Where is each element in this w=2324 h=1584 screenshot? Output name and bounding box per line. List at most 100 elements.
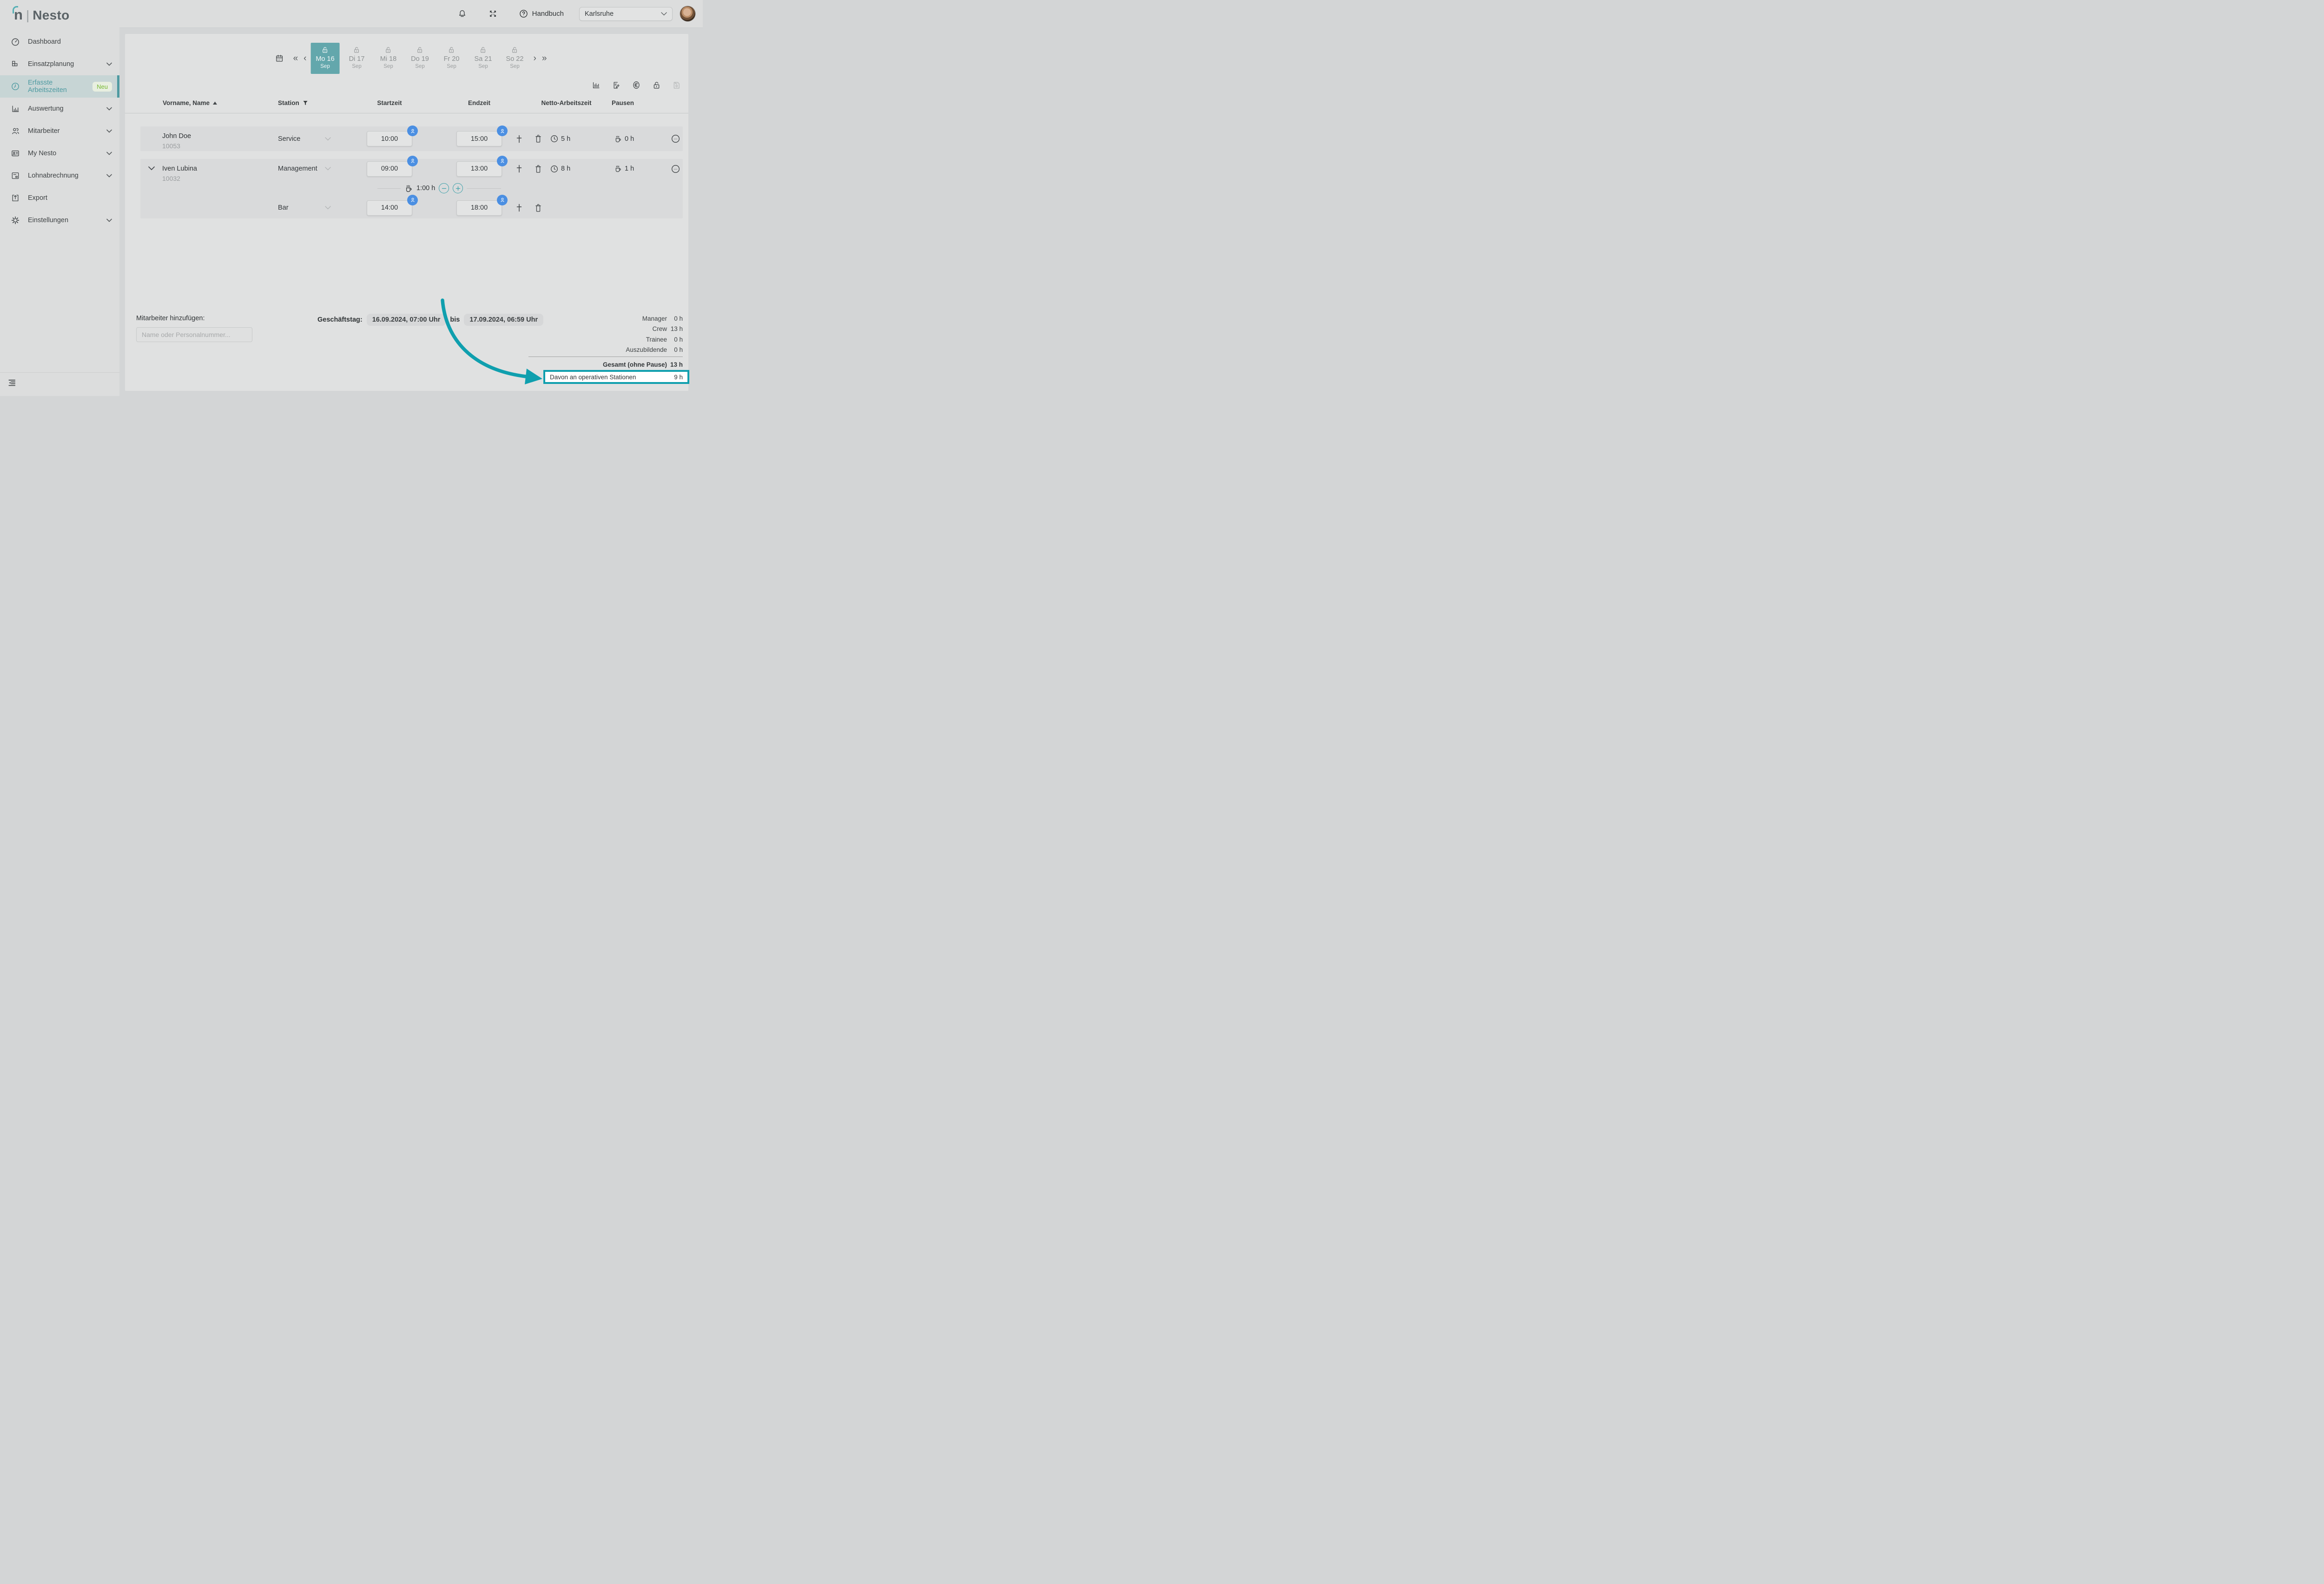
day-label: So 22: [506, 55, 524, 63]
sidebar-nav: Dashboard Einsatzplanung Erfasste Arbeit…: [0, 31, 119, 231]
summary-label: Manager: [528, 315, 667, 322]
worktime-card: « ‹ Mo 16 Sep Di 17 Sep: [125, 34, 688, 391]
chevron-down-icon: [106, 174, 112, 178]
sidebar-item-export[interactable]: Export: [0, 187, 119, 209]
netto-value: 8 h: [561, 165, 570, 172]
jump-back-button[interactable]: «: [290, 54, 301, 63]
edit-protocol-icon[interactable]: [612, 81, 621, 90]
notifications-bell-icon[interactable]: [457, 9, 467, 19]
sidebar-item-label: Mitarbeiter: [28, 127, 60, 135]
start-time-input[interactable]: [367, 200, 412, 216]
euro-costs-icon[interactable]: [632, 80, 641, 90]
chevron-down-icon: [325, 206, 331, 210]
sidebar-item-erfasste-arbeitszeiten[interactable]: Erfasste Arbeitszeiten Neu: [0, 75, 119, 98]
start-time-input[interactable]: [367, 161, 412, 177]
add-segment-icon[interactable]: [512, 164, 526, 173]
filter-funnel-icon[interactable]: [303, 100, 308, 106]
sidebar-item-einstellungen[interactable]: Einstellungen: [0, 209, 119, 231]
summary-value: 13 h: [667, 325, 683, 332]
header-station[interactable]: Station: [278, 99, 299, 106]
delete-segment-icon[interactable]: [526, 134, 550, 143]
chevron-down-icon: [106, 62, 112, 66]
day-tab-mo16[interactable]: Mo 16 Sep: [311, 43, 340, 74]
handbuch-label: Handbuch: [532, 10, 564, 18]
day-label: Di 17: [349, 55, 365, 63]
save-icon[interactable]: [672, 81, 681, 90]
comment-icon[interactable]: [671, 164, 684, 174]
manual-entry-badge: [497, 156, 508, 166]
station-select[interactable]: Bar: [278, 204, 367, 211]
hours-summary: Manager 0 h Crew 13 h Trainee 0 h Auszub…: [528, 313, 683, 370]
add-segment-icon[interactable]: [512, 134, 526, 144]
location-select[interactable]: Karlsruhe: [579, 7, 673, 21]
station-select[interactable]: Management: [278, 165, 367, 172]
sidebar-item-auswertung[interactable]: Auswertung: [0, 98, 119, 120]
lock-open-icon: [322, 46, 329, 53]
summary-divider: [528, 356, 683, 357]
manual-entry-badge: [407, 125, 418, 136]
day-tab-fr20[interactable]: Fr 20 Sep: [437, 43, 466, 74]
statistics-icon[interactable]: [592, 81, 601, 90]
day-tab-do19[interactable]: Do 19 Sep: [406, 43, 435, 74]
sidebar-item-mitarbeiter[interactable]: Mitarbeiter: [0, 120, 119, 142]
main: « ‹ Mo 16 Sep Di 17 Sep: [119, 28, 703, 396]
increase-pause-button[interactable]: [453, 183, 463, 193]
step-back-button[interactable]: ‹: [301, 54, 309, 63]
expand-row-icon[interactable]: [147, 164, 156, 171]
add-segment-icon[interactable]: [512, 203, 526, 212]
fullscreen-icon[interactable]: [489, 9, 497, 18]
lock-day-icon[interactable]: [652, 81, 661, 90]
header-name[interactable]: Vorname, Name: [163, 99, 210, 106]
sidebar-item-my-nesto[interactable]: My Nesto: [0, 142, 119, 165]
end-time-input[interactable]: [456, 200, 502, 216]
highlight-value: 9 h: [674, 374, 683, 381]
collapse-sidebar-icon[interactable]: [7, 378, 16, 387]
dashboard-icon: [11, 37, 20, 46]
chevron-down-icon: [325, 167, 331, 171]
day-tab-di17[interactable]: Di 17 Sep: [343, 43, 371, 74]
month-label: Sep: [320, 63, 330, 70]
day-tab-sa21[interactable]: Sa 21 Sep: [469, 43, 498, 74]
sidebar: n | Nesto Dashboard Einsatzplanung: [0, 0, 119, 396]
calendar-icon[interactable]: [275, 54, 284, 63]
summary-total-label: Gesamt (ohne Pause): [528, 361, 667, 368]
manual-entry-badge: [407, 156, 418, 166]
netto-worktime-cell: 5 h: [550, 135, 614, 143]
day-tab-so22[interactable]: So 22 Sep: [501, 43, 529, 74]
jump-forward-button[interactable]: »: [539, 54, 550, 63]
sidebar-item-lohnabrechnung[interactable]: Lohnabrechnung: [0, 165, 119, 187]
manual-entry-badge: [497, 125, 508, 136]
coffee-cup-icon: [614, 135, 622, 143]
comment-icon[interactable]: [671, 134, 684, 144]
add-employee-block: Mitarbeiter hinzufügen:: [136, 315, 252, 342]
add-employee-input[interactable]: [136, 327, 252, 342]
handbuch-button[interactable]: Handbuch: [519, 9, 564, 19]
day-tab-mi18[interactable]: Mi 18 Sep: [374, 43, 403, 74]
month-label: Sep: [383, 63, 393, 70]
sidebar-item-dashboard[interactable]: Dashboard: [0, 31, 119, 53]
delete-segment-icon[interactable]: [526, 204, 550, 212]
end-time-input[interactable]: [456, 161, 502, 177]
divider: [467, 188, 501, 189]
highlight-label: Davon an operativen Stationen: [550, 374, 636, 381]
end-time-input[interactable]: [456, 131, 502, 146]
card-toolbar: [592, 80, 681, 90]
pause-edit-row: 1:00 h: [377, 178, 684, 198]
chevron-down-icon: [661, 12, 667, 16]
month-label: Sep: [478, 63, 488, 70]
sidebar-item-label: Erfasste Arbeitszeiten: [28, 79, 80, 94]
pause-cell: 1 h: [614, 165, 671, 173]
sidebar-item-label: Einsatzplanung: [28, 60, 74, 68]
gear-icon: [11, 216, 20, 225]
business-day-block: Geschäftstag: 16.09.2024, 07:00 Uhr bis …: [317, 314, 543, 326]
sidebar-item-einsatzplanung[interactable]: Einsatzplanung: [0, 53, 119, 75]
start-time-input[interactable]: [367, 131, 412, 146]
station-select[interactable]: Service: [278, 135, 367, 143]
user-avatar[interactable]: [680, 6, 695, 21]
decrease-pause-button[interactable]: [439, 183, 449, 193]
lock-open-icon: [416, 46, 423, 53]
step-forward-button[interactable]: ›: [531, 54, 539, 63]
delete-segment-icon[interactable]: [526, 165, 550, 173]
chevron-down-icon: [106, 152, 112, 155]
lock-open-icon: [448, 46, 455, 53]
